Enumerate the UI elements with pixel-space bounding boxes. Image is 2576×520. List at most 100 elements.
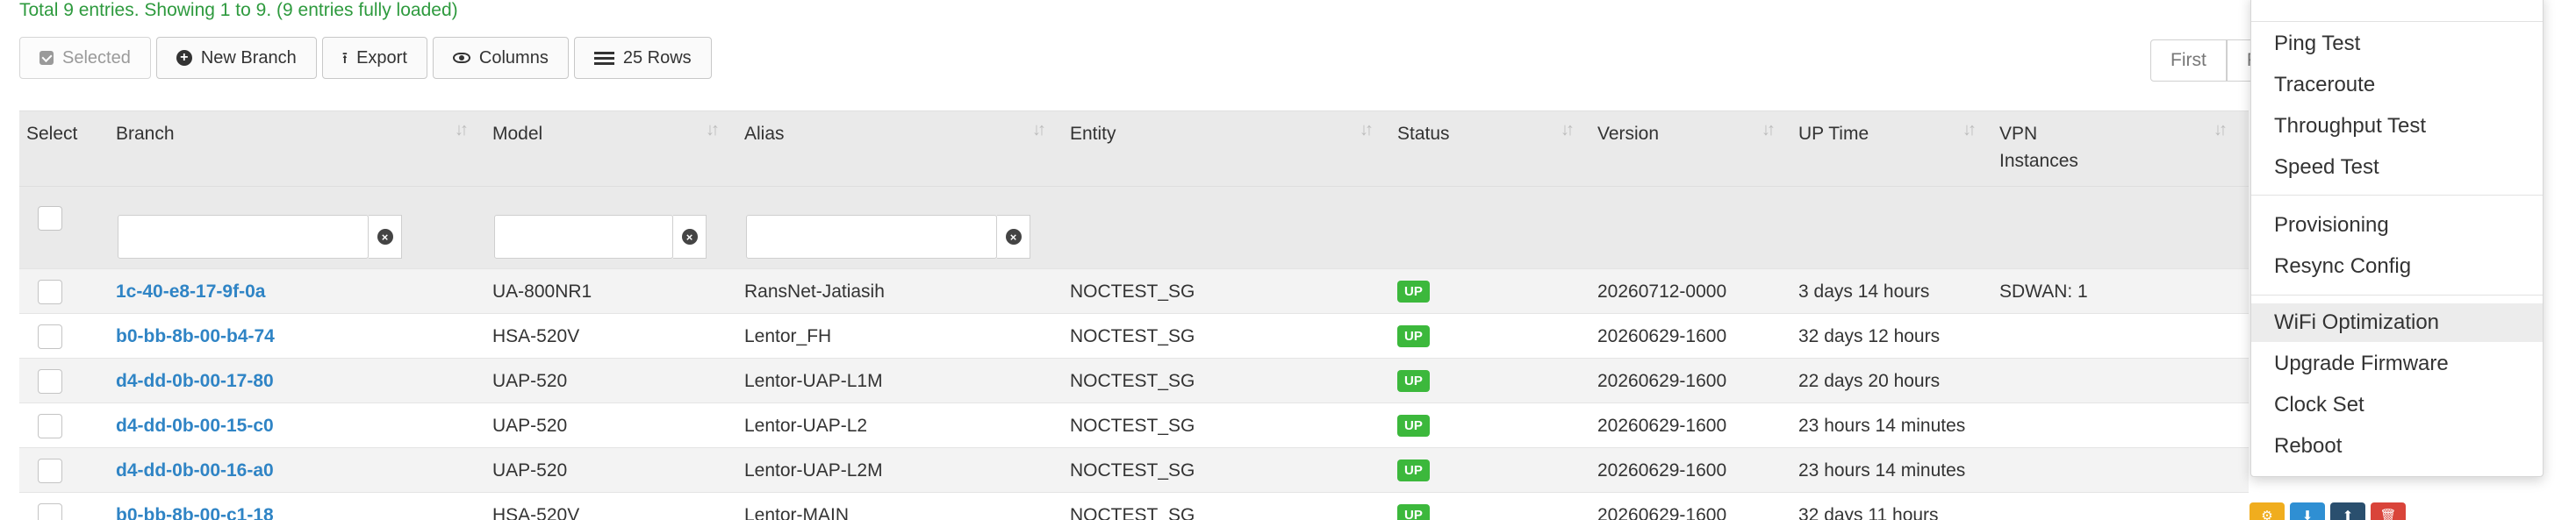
cell-uptime: 3 days 14 hours <box>1798 281 1930 302</box>
branch-link[interactable]: b0-bb-8b-00-b4-74 <box>116 326 275 347</box>
trash-icon: 🗑 <box>2379 508 2397 520</box>
alias-filter-input[interactable] <box>746 215 997 259</box>
cell-uptime: 32 days 11 hours <box>1798 504 1939 520</box>
export-button-label: Export <box>356 47 407 68</box>
status-badge: UP <box>1397 459 1430 481</box>
trash-action-button[interactable]: 🗑 <box>2371 502 2406 520</box>
sort-arrows-icon[interactable]: ↓↑ <box>1962 120 1977 140</box>
header-uptime[interactable]: UP Time <box>1798 120 1869 147</box>
table-row: d4-dd-0b-00-17-80 UAP-520 Lentor-UAP-L1M NO… <box>19 358 2249 402</box>
cell-version: 20260629-1600 <box>1597 370 1727 391</box>
branch-filter-clear[interactable]: × <box>369 215 402 259</box>
sort-arrows-icon[interactable]: ↓↑ <box>455 120 469 140</box>
sort-arrows-icon[interactable]: ↓↑ <box>1032 120 1046 140</box>
cell-model: HSA-520V <box>492 325 580 346</box>
cell-version: 20260629-1600 <box>1597 504 1727 520</box>
upload-action-button[interactable]: ⬆ <box>2330 502 2365 520</box>
new-branch-button[interactable]: + New Branch <box>155 37 317 79</box>
row-checkbox[interactable] <box>38 368 62 394</box>
export-button[interactable]: ⭱ Export <box>321 37 427 79</box>
pager-first-button[interactable]: First <box>2150 39 2227 82</box>
menu-item-reboot[interactable]: Reboot <box>2251 427 2543 466</box>
row-checkbox[interactable] <box>38 458 62 483</box>
cell-entity: NOCTEST_SG <box>1070 325 1195 346</box>
row-select-cell <box>38 448 62 493</box>
menu-item-upgrade-firmware[interactable]: Upgrade Firmware <box>2251 345 2543 383</box>
branch-link[interactable]: b0-bb-8b-00-c1-18 <box>116 505 274 520</box>
table-row: 1c-40-e8-17-9f-0a UA-800NR1 RansNet-Jatias… <box>19 268 2249 313</box>
sort-arrows-icon[interactable]: ↓↑ <box>1561 120 1575 140</box>
header-vpn-instances[interactable]: VPN Instances <box>1999 120 2078 175</box>
branch-table: Select Branch ↓↑ Model ↓↑ Alias ↓↑ Entit… <box>19 110 2406 520</box>
cell-status: UP <box>1397 359 1430 403</box>
header-model[interactable]: Model <box>492 120 542 147</box>
menu-item-ping-test[interactable]: Ping Test <box>2251 25 2543 63</box>
table-row: b0-bb-8b-00-b4-74 HSA-520V Lentor_FH NOCTES… <box>19 313 2249 358</box>
row-checkbox[interactable] <box>38 413 62 438</box>
sort-arrows-icon[interactable]: ↓↑ <box>1360 120 1374 140</box>
status-badge: UP <box>1397 281 1430 303</box>
cogs-action-button[interactable]: ⚙ <box>2250 502 2285 520</box>
cell-alias: Lentor-UAP-L2M <box>744 459 883 481</box>
model-filter-clear[interactable]: × <box>673 215 707 259</box>
header-version[interactable]: Version <box>1597 120 1659 147</box>
cell-uptime: 22 days 20 hours <box>1798 370 1941 391</box>
row-select-cell <box>38 359 62 403</box>
branch-link[interactable]: d4-dd-0b-00-16-a0 <box>116 460 274 481</box>
branch-link[interactable]: d4-dd-0b-00-17-80 <box>116 371 274 392</box>
menu-item-traceroute[interactable]: Traceroute <box>2251 66 2543 104</box>
sort-arrows-icon[interactable]: ↓↑ <box>1762 120 1776 140</box>
selected-button[interactable]: Selected <box>19 37 151 79</box>
cell-status: UP <box>1397 269 1430 314</box>
menu-item-speed-test[interactable]: Speed Test <box>2251 148 2543 187</box>
cell-branch: d4-dd-0b-00-16-a0 <box>116 448 274 493</box>
rows-per-page-label: 25 Rows <box>622 47 692 68</box>
header-branch[interactable]: Branch <box>116 120 175 147</box>
sort-arrows-icon[interactable]: ↓↑ <box>2214 120 2228 140</box>
cell-model: UA-800NR1 <box>492 281 592 302</box>
cell-version: 20260712-0000 <box>1597 281 1727 302</box>
cell-branch: b0-bb-8b-00-b4-74 <box>116 314 275 359</box>
cell-entity: NOCTEST_SG <box>1070 370 1195 391</box>
header-select: Select <box>26 124 78 144</box>
clear-icon: × <box>681 229 698 245</box>
model-filter-input[interactable] <box>494 215 673 259</box>
cell-uptime: 23 hours 14 minutes <box>1798 459 1966 481</box>
menu-item-resync-config[interactable]: Resync Config <box>2251 247 2543 286</box>
branch-link[interactable]: d4-dd-0b-00-15-c0 <box>116 416 274 437</box>
row-select-cell <box>38 269 62 314</box>
columns-button[interactable]: Columns <box>432 37 569 79</box>
select-all-checkbox[interactable] <box>38 206 62 231</box>
header-entity[interactable]: Entity <box>1070 120 1116 147</box>
cell-status: UP <box>1397 314 1430 359</box>
row-checkbox[interactable] <box>38 279 62 304</box>
cell-branch: 1c-40-e8-17-9f-0a <box>116 269 265 314</box>
cell-model: HSA-520V <box>492 504 580 520</box>
menu-item-clock-set[interactable]: Clock Set <box>2251 386 2543 424</box>
row-checkbox[interactable] <box>38 502 62 520</box>
clear-icon: × <box>377 229 393 245</box>
rows-per-page-button[interactable]: 25 Rows <box>573 37 712 79</box>
cell-model: UAP-520 <box>492 370 568 391</box>
cell-status: UP <box>1397 493 1430 520</box>
menu-item-wifi-optimization[interactable]: WiFi Optimization <box>2251 303 2543 342</box>
alias-filter-clear[interactable]: × <box>997 215 1030 259</box>
cell-vpn: SDWAN: 1 <box>1999 281 2088 302</box>
menu-item-provisioning[interactable]: Provisioning <box>2251 206 2543 245</box>
eye-icon <box>452 53 470 63</box>
row-checkbox[interactable] <box>38 324 62 349</box>
branch-link[interactable]: 1c-40-e8-17-9f-0a <box>116 281 265 303</box>
download-action-button[interactable]: ⬇ <box>2290 502 2325 520</box>
menu-item-throughput-test[interactable]: Throughput Test <box>2251 107 2543 146</box>
branch-filter-input[interactable] <box>118 215 369 259</box>
cell-version: 20260629-1600 <box>1597 325 1727 346</box>
header-status[interactable]: Status <box>1397 120 1450 147</box>
table-row: d4-dd-0b-00-15-c0 UAP-520 Lentor-UAP-L2 NOC… <box>19 402 2249 447</box>
cell-alias: RansNet-Jatiasih <box>744 281 885 302</box>
header-alias[interactable]: Alias <box>744 120 785 147</box>
row-select-cell <box>38 314 62 359</box>
row-actions: ⚙ ⬇ ⬆ 🗑 <box>2250 493 2406 520</box>
cell-uptime: 32 days 12 hours <box>1798 325 1941 346</box>
clear-icon: × <box>1005 229 1022 245</box>
sort-arrows-icon[interactable]: ↓↑ <box>706 120 720 140</box>
